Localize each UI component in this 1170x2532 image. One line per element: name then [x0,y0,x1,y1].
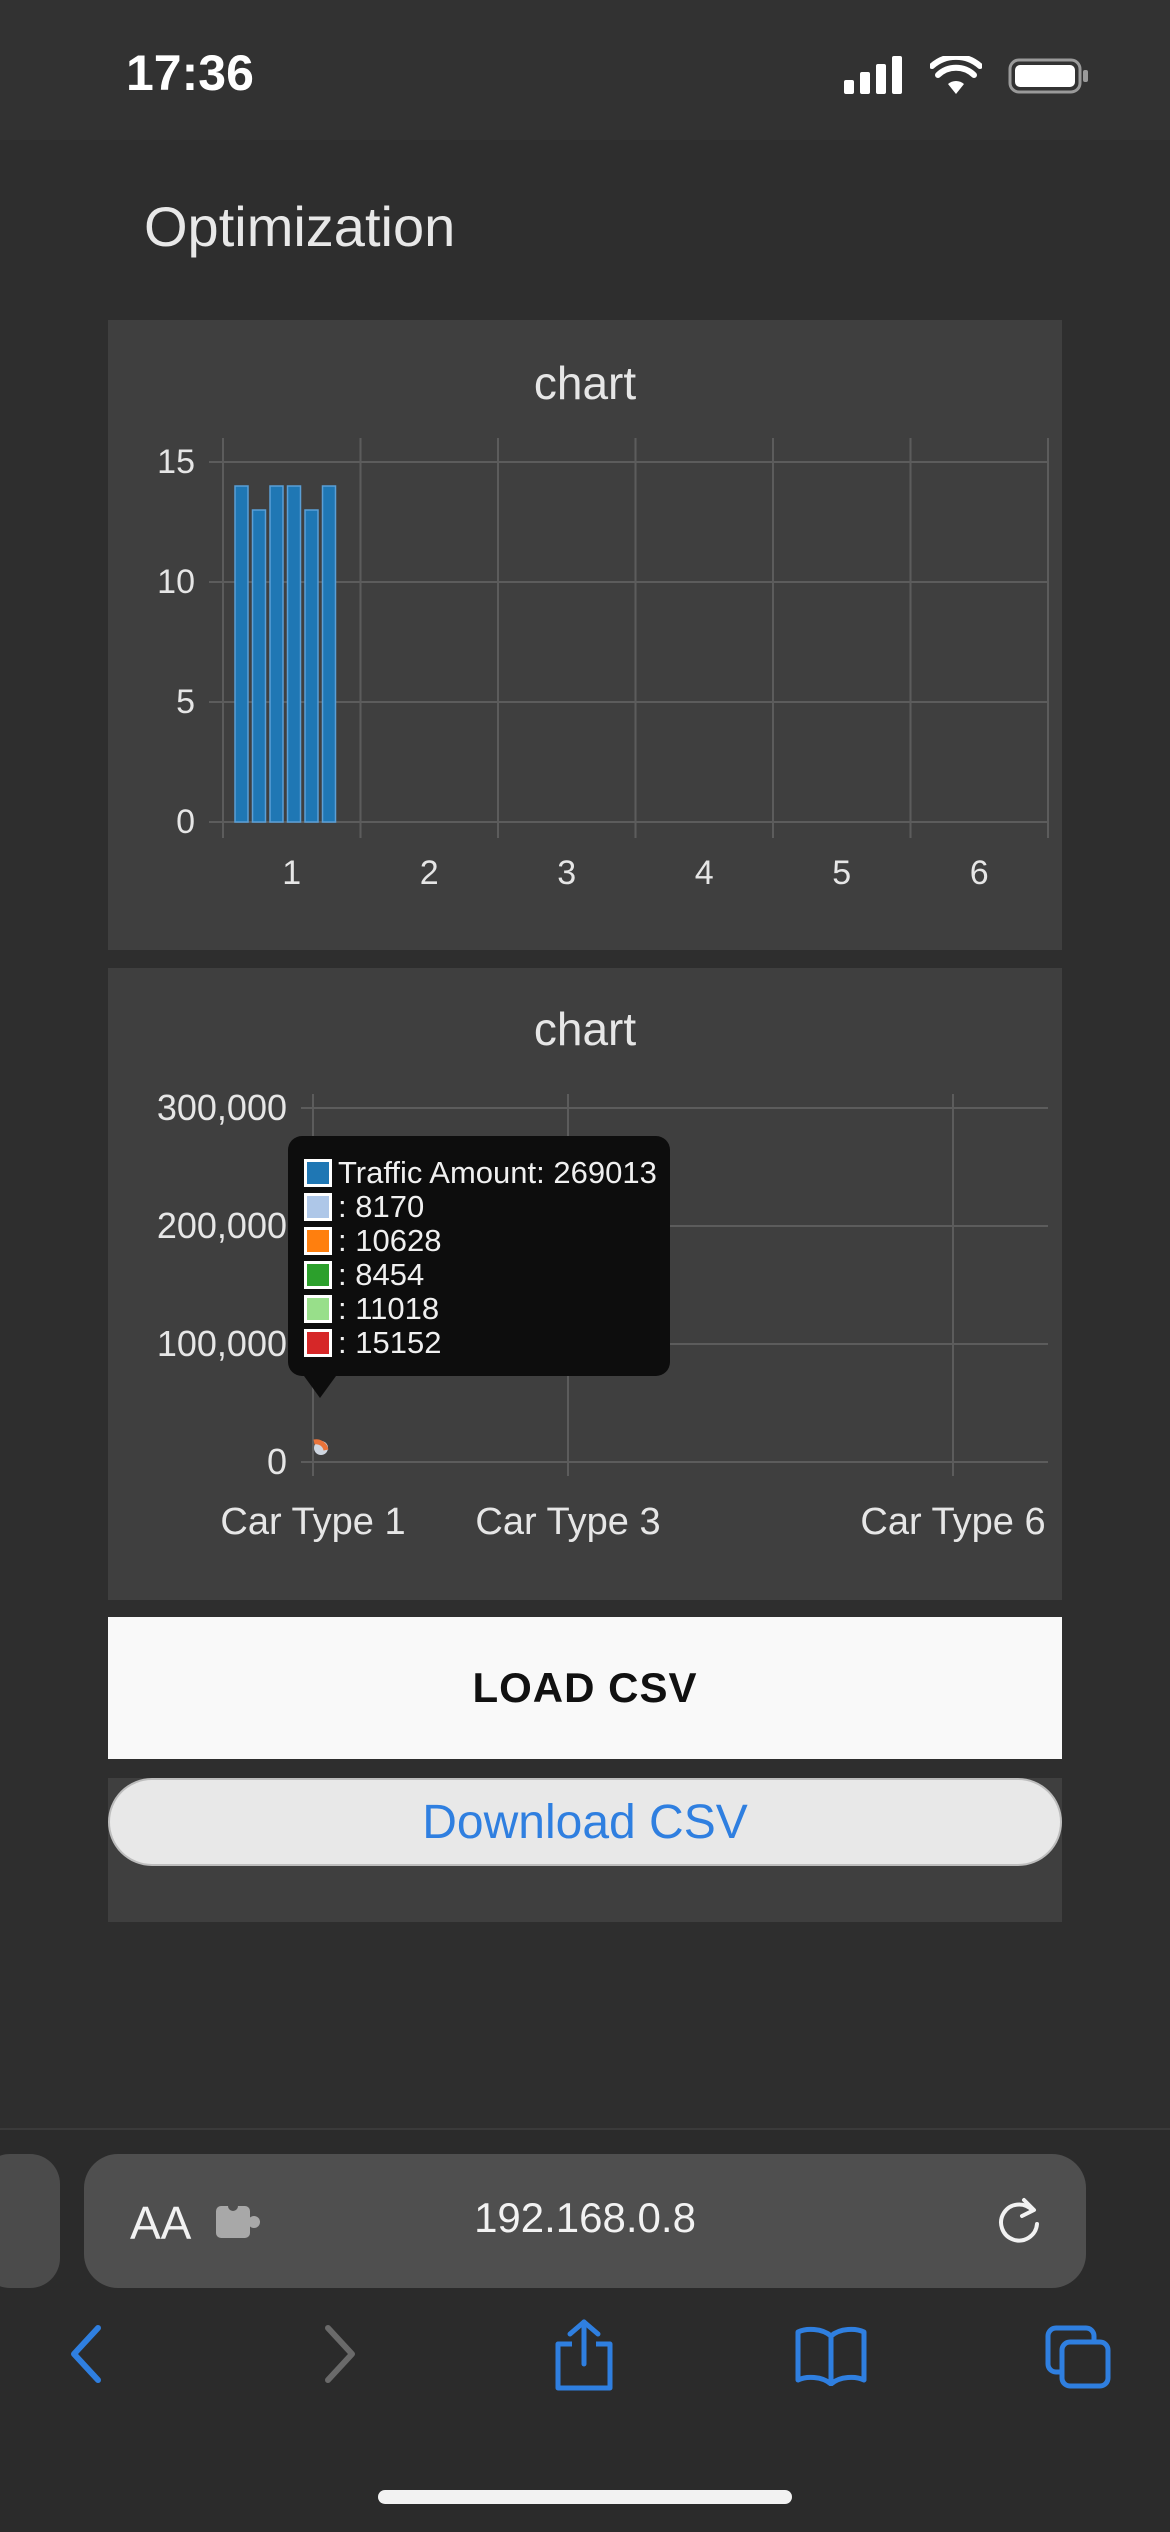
x-tick-label: 4 [695,854,714,892]
y-tick-label: 200,000 [157,1205,287,1246]
x-tick-label: 1 [282,854,301,892]
reload-icon[interactable] [994,2196,1044,2248]
bar [251,509,267,823]
y-tick-label: 300,000 [157,1087,287,1128]
bar [304,509,319,823]
bar [234,485,249,823]
cellular-signal-icon [844,56,902,94]
tooltip-swatch [304,1159,332,1187]
tooltip-row: : 8454 [304,1257,670,1292]
tooltip-row: : 8170 [304,1189,670,1224]
y-tick-label: 15 [157,443,195,481]
tooltip-row: : 11018 [304,1291,670,1326]
y-tick-label: 100,000 [157,1323,287,1364]
forward-icon[interactable] [318,2322,362,2386]
chart-tooltip: Traffic Amount: 269013: 8170: 10628: 845… [288,1136,670,1398]
tooltip-label: : 10628 [338,1223,442,1258]
tooltip-swatch [304,1193,332,1221]
battery-icon [1008,58,1088,94]
share-icon[interactable] [552,2318,616,2392]
home-indicator [378,2490,792,2504]
status-bar: 17:36 [0,0,1170,140]
tabs-icon[interactable] [1044,2324,1114,2390]
tooltip-label: : 8170 [338,1189,425,1224]
tooltip-label: : 8454 [338,1257,425,1292]
tooltip-row: : 10628 [304,1223,670,1258]
x-tick-label: Car Type 3 [475,1501,660,1543]
tooltip-swatch [304,1329,332,1357]
y-tick-label: 0 [267,1441,287,1482]
status-icons [844,56,1090,96]
load-csv-button[interactable]: LOAD CSV [108,1617,1062,1759]
x-tick-label: 3 [557,854,576,892]
x-tick-label: 5 [832,854,851,892]
bar-chart: 0 5 10 15 1 2 3 4 5 6 [157,438,1049,892]
bar [269,485,284,823]
bar-chart-card: chart 0 5 10 15 1 2 3 4 5 6 [108,320,1062,950]
x-tick-label: Car Type 1 [220,1501,405,1543]
x-tick-label: 6 [970,854,989,892]
bar [286,485,302,823]
tooltip-label: Traffic Amount: 269013 [338,1155,657,1190]
status-time: 17:36 [126,45,254,101]
page-title: Optimization [144,195,456,258]
tooltip-label: : 15152 [338,1325,442,1360]
x-tick-label: Car Type 6 [860,1501,1045,1543]
bookmarks-icon[interactable] [794,2326,868,2386]
y-tick-label: 10 [157,563,195,601]
tooltip-swatch [304,1261,332,1289]
tooltip-row: Traffic Amount: 269013 [304,1155,670,1190]
y-tick-label: 5 [176,683,195,721]
wifi-icon [930,56,982,94]
x-tick-label: 2 [420,854,439,892]
tooltip-row: : 15152 [304,1325,670,1360]
tooltip-swatch [304,1295,332,1323]
back-icon[interactable] [64,2322,108,2386]
tooltip-label: : 11018 [338,1291,440,1326]
download-csv-button[interactable]: Download CSV [108,1778,1062,1866]
tooltip-swatch [304,1227,332,1255]
y-tick-label: 0 [176,803,195,841]
bar [321,485,337,823]
